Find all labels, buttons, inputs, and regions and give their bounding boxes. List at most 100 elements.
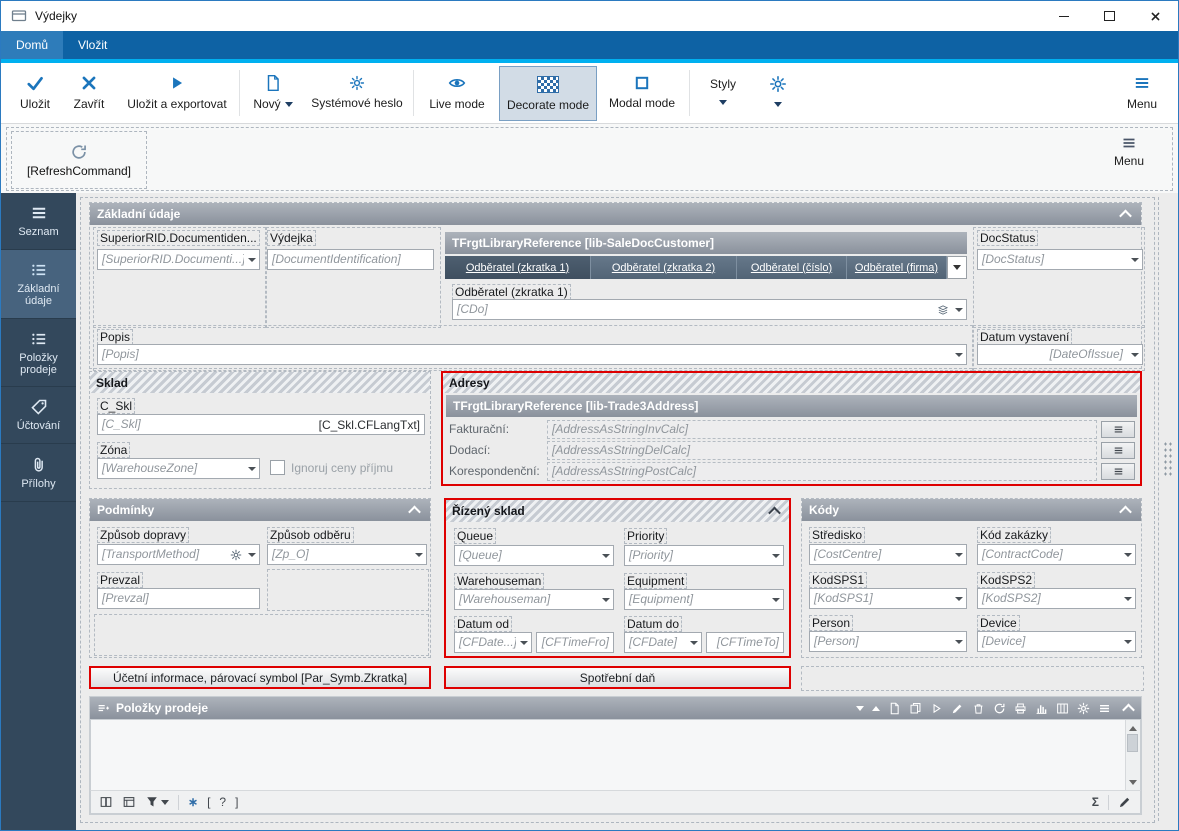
mail-address-menu-button[interactable] — [1101, 463, 1135, 480]
chevron-down-icon[interactable] — [856, 706, 864, 715]
filter-button[interactable] — [145, 795, 169, 809]
time-to-input[interactable]: [CFTimeTo] — [706, 632, 784, 653]
vertical-scrollbar[interactable] — [1125, 720, 1140, 791]
minimize-button[interactable] — [1041, 1, 1086, 31]
chevron-down-icon[interactable] — [768, 546, 783, 565]
queue-combo[interactable]: [Queue] — [454, 545, 614, 566]
sum-icon[interactable]: Σ — [1092, 795, 1099, 809]
chevron-down-icon[interactable] — [598, 590, 613, 609]
edit-icon[interactable] — [1118, 795, 1132, 809]
form-menu-button[interactable]: Menu — [1114, 135, 1144, 168]
styles-button[interactable]: Styly — [697, 66, 749, 119]
copy-row-icon[interactable] — [909, 702, 922, 715]
collapse-button[interactable] — [1116, 205, 1134, 223]
chart-icon[interactable] — [1035, 702, 1048, 715]
ribbon-menu-button[interactable]: Menu — [1114, 66, 1170, 119]
warehouseman-combo[interactable]: [Warehouseman] — [454, 589, 614, 610]
layers-icon[interactable] — [935, 304, 951, 316]
sidebar-item-seznam[interactable]: Seznam — [1, 193, 76, 250]
chevron-down-icon[interactable] — [244, 250, 259, 269]
kodsps1-combo[interactable]: [KodSPS1] — [809, 588, 967, 609]
play-icon[interactable] — [930, 702, 943, 715]
time-from-input[interactable]: [CFTimeFro] — [536, 632, 614, 653]
stredisko-combo[interactable]: [CostCentre] — [809, 544, 967, 565]
scroll-thumb[interactable] — [1127, 734, 1138, 752]
date-issue-combo[interactable]: [DateOfIssue] — [977, 344, 1143, 365]
equipment-combo[interactable]: [Equipment] — [624, 589, 784, 610]
sidebar-item-polozky-prodeje[interactable]: Položky prodeje — [1, 319, 76, 387]
tabs-dropdown-button[interactable] — [947, 256, 967, 279]
accounting-info-button[interactable]: Účetní informace, párovací symbol [Par_S… — [89, 666, 431, 689]
save-button[interactable]: Uložit — [9, 66, 61, 119]
splitter-grip[interactable] — [1163, 441, 1173, 477]
chevron-down-icon[interactable] — [1127, 250, 1142, 269]
chevron-down-icon[interactable] — [951, 345, 966, 364]
chevron-down-icon[interactable] — [516, 633, 531, 652]
chevron-down-icon[interactable] — [686, 633, 701, 652]
date-from-combo[interactable]: [CFDate...] — [454, 632, 532, 653]
close-doc-button[interactable]: Zavřít — [63, 66, 115, 119]
zona-combo[interactable]: [WarehouseZone] — [97, 458, 260, 479]
question-icon[interactable]: ? — [219, 795, 226, 809]
transport-combo[interactable]: [TransportMethod] — [97, 544, 260, 565]
book-columns-icon[interactable] — [99, 795, 113, 809]
refresh-icon[interactable] — [993, 702, 1006, 715]
save-export-button[interactable]: Uložit a exportovat — [119, 66, 235, 119]
maximize-button[interactable] — [1087, 1, 1132, 31]
scroll-up-arrow[interactable] — [1126, 720, 1140, 733]
excise-tax-button[interactable]: Spotřební daň — [444, 666, 791, 689]
panel-icon[interactable] — [122, 795, 136, 809]
popis-combo[interactable]: [Popis] — [97, 344, 967, 365]
kodsps2-combo[interactable]: [KodSPS2] — [977, 588, 1136, 609]
live-mode-button[interactable]: Live mode — [421, 66, 493, 119]
bracket-open-icon[interactable]: [ — [207, 795, 210, 809]
delivery-address-menu-button[interactable] — [1101, 442, 1135, 459]
chevron-down-icon[interactable] — [411, 545, 426, 564]
columns-icon[interactable] — [1056, 702, 1069, 715]
collapse-button[interactable] — [765, 502, 783, 520]
date-to-combo[interactable]: [CFDate] — [624, 632, 702, 653]
chevron-down-icon[interactable] — [951, 545, 966, 564]
decorate-mode-button[interactable]: Decorate mode — [499, 66, 597, 121]
ignore-prices-checkbox[interactable] — [270, 460, 285, 475]
chevron-down-icon[interactable] — [1120, 632, 1135, 651]
chevron-down-icon[interactable] — [768, 590, 783, 609]
chevron-down-icon[interactable] — [598, 546, 613, 565]
sidebar-item-zakladni-udaje[interactable]: Základní údaje — [1, 250, 76, 319]
superior-combo[interactable]: [SuperiorRID.Documenti...] — [97, 249, 260, 270]
priority-combo[interactable]: [Priority] — [624, 545, 784, 566]
chevron-down-icon[interactable] — [951, 632, 966, 651]
invoice-address-menu-button[interactable] — [1101, 421, 1135, 438]
asterisk-icon[interactable]: ∗ — [188, 795, 198, 809]
tab-odberatel-zkratka2[interactable]: Odběratel (zkratka 2) — [591, 256, 737, 279]
docstatus-combo[interactable]: [DocStatus] — [977, 249, 1143, 270]
tab-domu[interactable]: Domů — [1, 31, 63, 59]
gear-icon[interactable] — [228, 549, 244, 561]
collapse-button[interactable] — [1116, 501, 1134, 519]
new-button[interactable]: Nový — [247, 66, 299, 119]
device-combo[interactable]: [Device] — [977, 631, 1136, 652]
tab-odberatel-cislo[interactable]: Odběratel (číslo) — [737, 256, 847, 279]
settings-gear-button[interactable] — [755, 66, 801, 119]
print-icon[interactable] — [1014, 702, 1027, 715]
collapse-button[interactable] — [405, 501, 423, 519]
chevron-down-icon[interactable] — [244, 545, 259, 564]
collapse-button[interactable] — [1119, 699, 1137, 717]
chevron-down-icon[interactable] — [1127, 345, 1142, 364]
settings-gear-icon[interactable] — [1077, 702, 1090, 715]
chevron-up-icon[interactable] — [872, 702, 880, 711]
cdo-combo[interactable]: [CDo] — [452, 299, 967, 320]
chevron-down-icon[interactable] — [951, 300, 966, 319]
zakazka-combo[interactable]: [ContractCode] — [977, 544, 1136, 565]
bracket-close-icon[interactable]: ] — [235, 795, 238, 809]
modal-mode-button[interactable]: Modal mode — [601, 66, 683, 119]
chevron-down-icon[interactable] — [1120, 589, 1135, 608]
tab-vlozit[interactable]: Vložit — [63, 31, 122, 59]
edit-icon[interactable] — [951, 702, 964, 715]
new-row-icon[interactable] — [888, 702, 901, 715]
sidebar-item-uctovani[interactable]: Účtování — [1, 387, 76, 444]
prevzal-input[interactable]: [Prevzal] — [97, 588, 260, 609]
refresh-command-button[interactable]: [RefreshCommand] — [11, 131, 147, 189]
chevron-down-icon[interactable] — [244, 459, 259, 478]
sidebar-item-prilohy[interactable]: Přílohy — [1, 444, 76, 502]
